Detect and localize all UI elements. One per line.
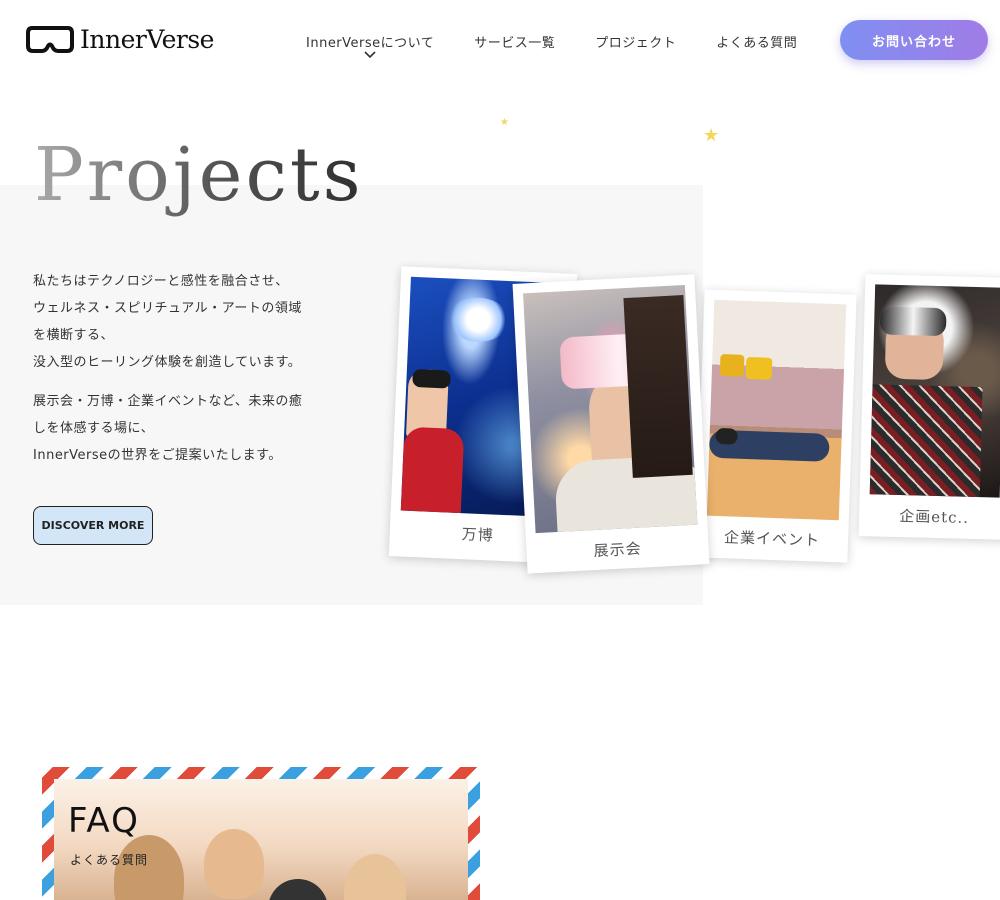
discover-more-button[interactable]: DISCOVER MORE bbox=[33, 506, 153, 545]
faq-image: FAQ よくある質問 bbox=[54, 779, 468, 900]
cushion bbox=[745, 356, 773, 380]
faq-card[interactable]: FAQ よくある質問 bbox=[42, 767, 480, 900]
project-photo bbox=[706, 299, 847, 521]
project-card-planning[interactable]: 企画etc.. bbox=[858, 274, 1000, 540]
chevron-down-icon[interactable] bbox=[363, 50, 377, 60]
project-photo bbox=[523, 284, 698, 534]
star-icon: ★ bbox=[500, 117, 509, 128]
project-card-exhibition[interactable]: 展示会 bbox=[512, 274, 710, 574]
logo-text: InnerVerse bbox=[80, 24, 214, 54]
page-title: Projects bbox=[34, 132, 364, 218]
star-icon: ★ bbox=[703, 125, 720, 146]
main-nav: InnerVerseについて サービス一覧 プロジェクト よくある質問 bbox=[306, 32, 797, 59]
nav-item-label: よくある質問 bbox=[716, 36, 798, 51]
nav-item-faq[interactable]: よくある質問 bbox=[716, 32, 797, 51]
vr-headset bbox=[268, 879, 328, 900]
nav-item-label: プロジェクト bbox=[595, 36, 677, 51]
site-header: InnerVerse InnerVerseについて サービス一覧 プロジェクト … bbox=[0, 0, 1000, 80]
child-figure bbox=[204, 829, 264, 899]
child-figure bbox=[344, 854, 406, 900]
person-shirt bbox=[400, 426, 465, 514]
vr-headset bbox=[715, 427, 738, 445]
vr-headset bbox=[879, 306, 947, 337]
project-card-corporate-event[interactable]: 企業イベント bbox=[695, 289, 857, 563]
project-photo bbox=[869, 284, 1000, 498]
person-shirt bbox=[869, 384, 983, 498]
person-hair bbox=[623, 295, 693, 478]
faq-title: FAQ bbox=[68, 801, 140, 841]
nav-item-projects[interactable]: プロジェクト bbox=[595, 32, 676, 51]
site-logo[interactable]: InnerVerse bbox=[26, 24, 214, 54]
hero-description: 私たちはテクノロジーと感性を融合させ、 ウェルネス・スピリチュアル・アートの領域… bbox=[33, 268, 353, 481]
nav-item-label: InnerVerseについて bbox=[306, 36, 435, 51]
hero-paragraph: 展示会・万博・企業イベントなど、未来の癒 しを体感する場に、 InnerVers… bbox=[33, 394, 303, 463]
faq-subtitle: よくある質問 bbox=[70, 853, 149, 867]
project-caption: 企業イベント bbox=[723, 528, 821, 550]
cushion bbox=[719, 354, 745, 377]
project-caption: 企画etc.. bbox=[898, 507, 970, 527]
vr-headset bbox=[412, 368, 451, 389]
hero-paragraph: 私たちはテクノロジーと感性を融合させ、 ウェルネス・スピリチュアル・アートの領域… bbox=[33, 274, 302, 370]
nav-item-services[interactable]: サービス一覧 bbox=[474, 32, 555, 51]
vr-goggles-icon bbox=[26, 26, 74, 53]
project-caption: 展示会 bbox=[593, 539, 643, 561]
contact-button[interactable]: お問い合わせ bbox=[840, 20, 988, 60]
nav-item-about[interactable]: InnerVerseについて bbox=[306, 32, 435, 59]
brain-graphic bbox=[446, 296, 511, 344]
nav-item-label: サービス一覧 bbox=[474, 36, 556, 51]
